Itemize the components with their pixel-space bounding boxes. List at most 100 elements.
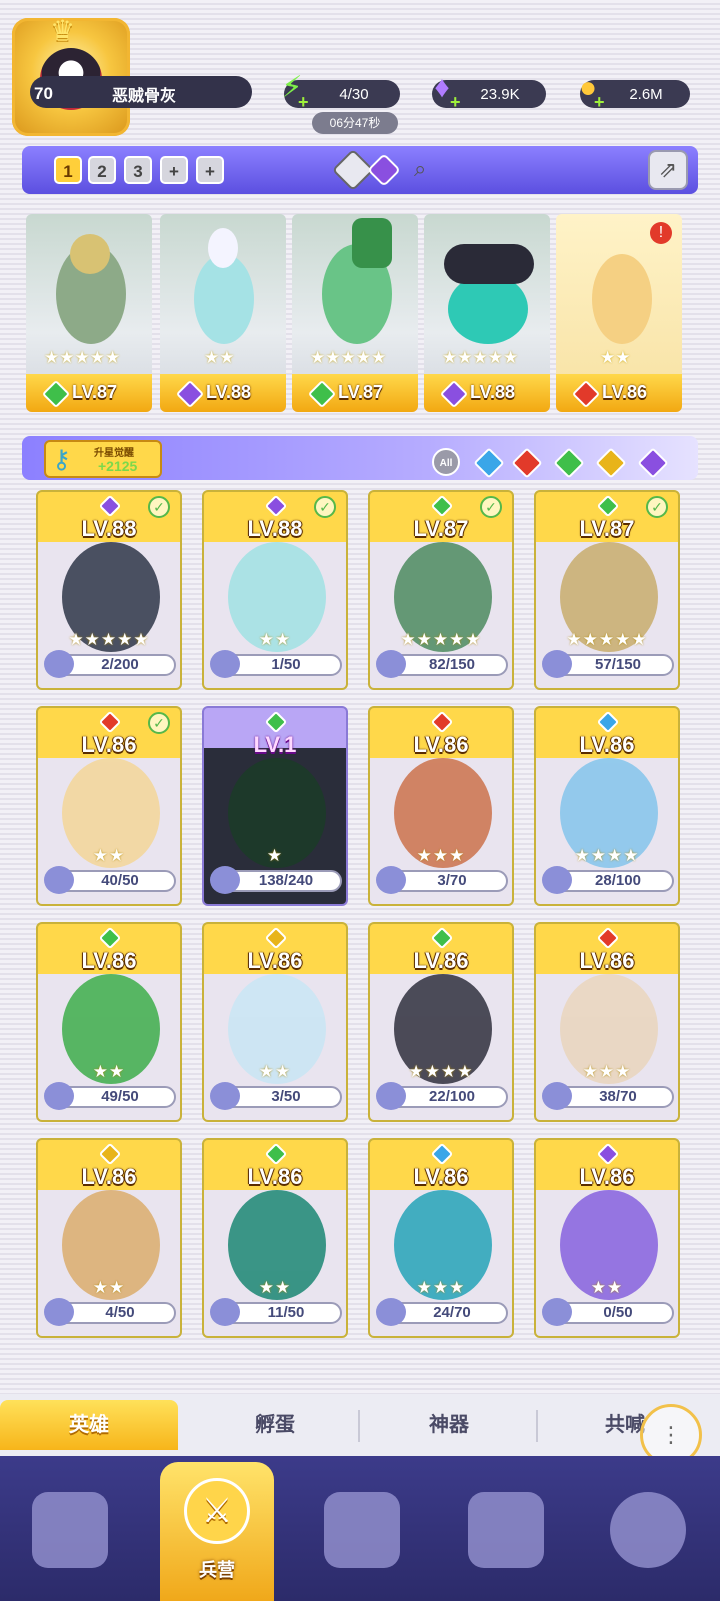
shard-progress: 22/100: [429, 1088, 475, 1105]
tab-divider: [536, 1410, 538, 1442]
element-gem-icon: [98, 926, 122, 950]
hero-level: LV.87: [579, 516, 635, 541]
hero-card[interactable]: LV.86 ★★ 11/50: [202, 1138, 348, 1338]
tab-heroes[interactable]: 英雄: [0, 1400, 178, 1450]
star-rating: ★★★★★: [442, 348, 519, 367]
shard-progress: 11/50: [267, 1304, 305, 1321]
team-tab-3[interactable]: 3: [124, 156, 152, 184]
shard-progress: 82/150: [429, 656, 475, 673]
shard-progress: 3/70: [437, 872, 467, 889]
team-tab-add-2[interactable]: +: [196, 156, 224, 184]
team-tab-2[interactable]: 2: [88, 156, 116, 184]
in-team-check-icon: ✓: [480, 496, 502, 518]
element-gem-icon: [596, 710, 620, 734]
shard-progress: 28/100: [595, 872, 641, 889]
nav-guild[interactable]: [610, 1492, 686, 1568]
hero-level: LV.86: [413, 1164, 469, 1189]
nav-cards[interactable]: [32, 1492, 108, 1568]
hero-card[interactable]: LV.86 ★★★ 24/70: [368, 1138, 514, 1338]
hero-card[interactable]: LV.86 ★★ 3/50: [202, 922, 348, 1122]
in-team-check-icon: ✓: [148, 712, 170, 734]
hero-level: LV.1: [253, 732, 297, 757]
filter-all-button[interactable]: All: [432, 448, 460, 476]
star-rating: ★★: [204, 348, 235, 367]
tab-artifacts[interactable]: 神器: [364, 1400, 534, 1450]
star-rating: ★★: [258, 1062, 292, 1081]
hero-portrait: [160, 214, 286, 364]
hero-card[interactable]: LV.86 ★★ 49/50: [36, 922, 182, 1122]
team-slot-1[interactable]: ★★★★★ LV.87: [26, 214, 152, 412]
upgrade-alert-icon: !: [650, 222, 672, 244]
team-tab-1[interactable]: 1: [54, 156, 82, 184]
star-rating: ★★★: [416, 1278, 466, 1297]
player-name: 恶贼骨灰: [112, 88, 177, 105]
star-rating: ★★: [92, 1278, 126, 1297]
share-button[interactable]: ⇗: [648, 150, 688, 190]
hero-card[interactable]: ✓ LV.88 ★★★★★ 2/200: [36, 490, 182, 690]
team-formation-icons[interactable]: ⌕: [331, 148, 444, 192]
hero-level: LV.86: [579, 732, 635, 757]
hero-card[interactable]: LV.86 ★★★★ 28/100: [534, 706, 680, 906]
top-hud: ♛ 70 恶贼骨灰 4/30 ⚡ + 06分47秒 23.9K ♦ + 2.6M…: [0, 0, 720, 140]
awaken-key-title: 升星觉醒: [94, 448, 134, 459]
star-rating: ★★: [258, 1278, 292, 1297]
hero-level: LV.88: [470, 382, 516, 402]
chat-icon: ⋮: [660, 1422, 682, 1447]
team-slot-2[interactable]: ★★ LV.88: [160, 214, 286, 412]
barracks-icon: ⚔: [184, 1478, 250, 1544]
shard-progress: 57/150: [595, 656, 641, 673]
hero-level: LV.86: [579, 1164, 635, 1189]
hero-level: LV.87: [413, 516, 469, 541]
awaken-key-count: +2125: [98, 458, 138, 474]
star-rating: ★★: [258, 630, 292, 649]
hero-card[interactable]: ✓ LV.87 ★★★★★ 57/150: [534, 490, 680, 690]
in-team-check-icon: ✓: [314, 496, 336, 518]
star-rating: ★★★★: [574, 846, 640, 865]
hero-card[interactable]: LV.86 ★★ 0/50: [534, 1138, 680, 1338]
energy-add-icon[interactable]: +: [298, 92, 309, 113]
hero-level: LV.86: [247, 948, 303, 973]
team-tab-add-1[interactable]: +: [160, 156, 188, 184]
hero-level: LV.87: [72, 382, 118, 402]
hero-card[interactable]: LV.86 ★★ 4/50: [36, 1138, 182, 1338]
star-rating: ★★★★★: [566, 630, 648, 649]
element-gem-icon: [98, 710, 122, 734]
hero-level: LV.86: [81, 732, 137, 757]
hero-card[interactable]: LV.86 ★★★ 38/70: [534, 922, 680, 1122]
star-rating: ★★★★: [408, 1062, 474, 1081]
coin-add-icon[interactable]: +: [594, 92, 605, 113]
star-rating: ★★★: [416, 846, 466, 865]
shard-progress: 38/70: [599, 1088, 637, 1105]
team-slot-5[interactable]: ! ★★ LV.86: [556, 214, 682, 412]
shard-progress: 1/50: [271, 656, 301, 673]
tab-hatch[interactable]: 孵蛋: [190, 1400, 360, 1450]
hero-level: LV.86: [247, 1164, 303, 1189]
element-gem-icon: [596, 1142, 620, 1166]
element-gem-icon: [596, 494, 620, 518]
star-rating: ★★: [92, 846, 126, 865]
nav-book[interactable]: [324, 1492, 400, 1568]
shard-progress: 24/70: [433, 1304, 471, 1321]
element-gem-icon: [98, 1142, 122, 1166]
energy-value: 4/30: [339, 85, 369, 103]
team-slot-3[interactable]: ★★★★★ LV.87: [292, 214, 418, 412]
shard-progress: 49/50: [101, 1088, 139, 1105]
hero-card[interactable]: ✓ LV.87 ★★★★★ 82/150: [368, 490, 514, 690]
team-slot-4[interactable]: ★★★★★ LV.88: [424, 214, 550, 412]
star-rating: ★★: [92, 1062, 126, 1081]
hero-card[interactable]: LV.86 ★★★★ 22/100: [368, 922, 514, 1122]
hero-card[interactable]: ✓ LV.88 ★★ 1/50: [202, 490, 348, 690]
hero-level: LV.88: [81, 516, 137, 541]
hero-card[interactable]: LV.1 ★ 138/240: [202, 706, 348, 906]
hero-level: LV.86: [81, 1164, 137, 1189]
hero-level: LV.88: [206, 382, 252, 402]
element-gem-icon: [264, 1142, 288, 1166]
hero-card[interactable]: ✓ LV.86 ★★ 40/50: [36, 706, 182, 906]
in-team-check-icon: ✓: [646, 496, 668, 518]
hero-card[interactable]: LV.86 ★★★ 3/70: [368, 706, 514, 906]
gem-add-icon[interactable]: +: [450, 92, 461, 113]
element-gem-icon: [596, 926, 620, 950]
element-gem-icon: [430, 494, 454, 518]
search-icon: ⌕: [414, 156, 427, 181]
nav-shop[interactable]: [468, 1492, 544, 1568]
